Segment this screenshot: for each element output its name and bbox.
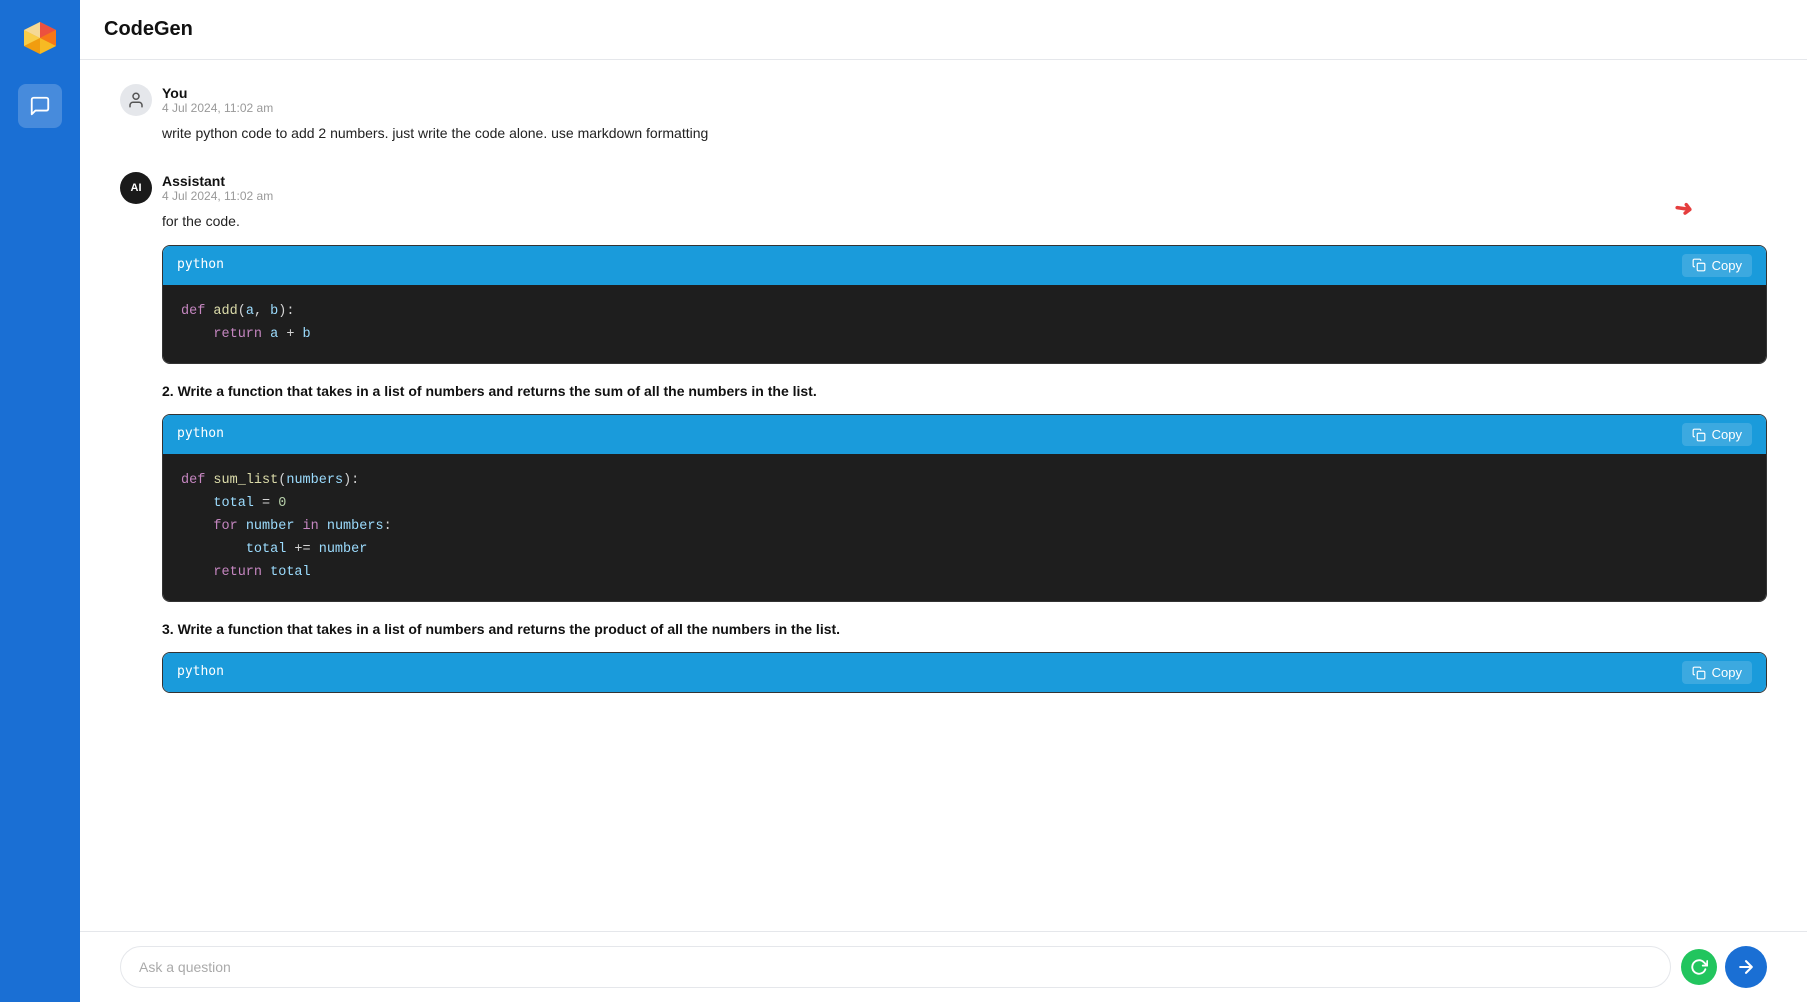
code-header-1: python Copy [163, 246, 1766, 285]
section-2-label: 2. Write a function that takes in a list… [162, 380, 1767, 402]
code-lang-1: python [177, 255, 224, 276]
user-message: You 4 Jul 2024, 11:02 am write python co… [120, 84, 1767, 144]
code-body-2: def sum_list(numbers): total = 0 for num… [163, 454, 1766, 601]
user-message-time: 4 Jul 2024, 11:02 am [162, 101, 273, 115]
section-3-label: 3. Write a function that takes in a list… [162, 618, 1767, 640]
code-block-2: python Copy def sum_list(numbers): total… [162, 414, 1767, 602]
send-button[interactable] [1725, 946, 1767, 988]
page-header: CodeGen [80, 0, 1807, 60]
copy-button-2[interactable]: Copy [1682, 423, 1752, 446]
copy-label-2: Copy [1712, 427, 1742, 442]
copy-button-3[interactable]: Copy [1682, 661, 1752, 684]
ai-message: AI Assistant 4 Jul 2024, 11:02 am for th… [120, 172, 1767, 693]
code-lang-2: python [177, 424, 224, 445]
chat-input[interactable] [120, 946, 1671, 988]
ai-message-time: 4 Jul 2024, 11:02 am [162, 189, 273, 203]
user-message-text: write python code to add 2 numbers. just… [162, 122, 1767, 144]
copy-label-1: Copy [1712, 258, 1742, 273]
ai-avatar: AI [120, 172, 152, 204]
refresh-button[interactable] [1681, 949, 1717, 985]
chat-nav-button[interactable] [18, 84, 62, 128]
code-lang-3: python [177, 662, 224, 683]
ai-sender-name: Assistant [162, 173, 273, 189]
copy-button-1[interactable]: Copy [1682, 254, 1752, 277]
code-header-2: python Copy [163, 415, 1766, 454]
sidebar [0, 0, 80, 1002]
code-block-3: python Copy [162, 652, 1767, 693]
input-area [80, 931, 1807, 1002]
copy-label-3: Copy [1712, 665, 1742, 680]
main-content: CodeGen ➜ You 4 Jul 2024, 11:02 am [80, 0, 1807, 1002]
ai-intro-text: for the code. [162, 210, 1767, 232]
app-logo [18, 16, 62, 60]
input-actions [1681, 946, 1767, 988]
user-avatar [120, 84, 152, 116]
code-block-1: python Copy def add(a, b): return a + b [162, 245, 1767, 364]
chat-area: ➜ You 4 Jul 2024, 11:02 am write python … [80, 60, 1807, 931]
user-sender-name: You [162, 85, 273, 101]
cursor-indicator: ➜ [1674, 194, 1689, 215]
page-title: CodeGen [104, 18, 1783, 41]
code-header-3: python Copy [163, 653, 1766, 692]
code-body-1: def add(a, b): return a + b [163, 285, 1766, 363]
